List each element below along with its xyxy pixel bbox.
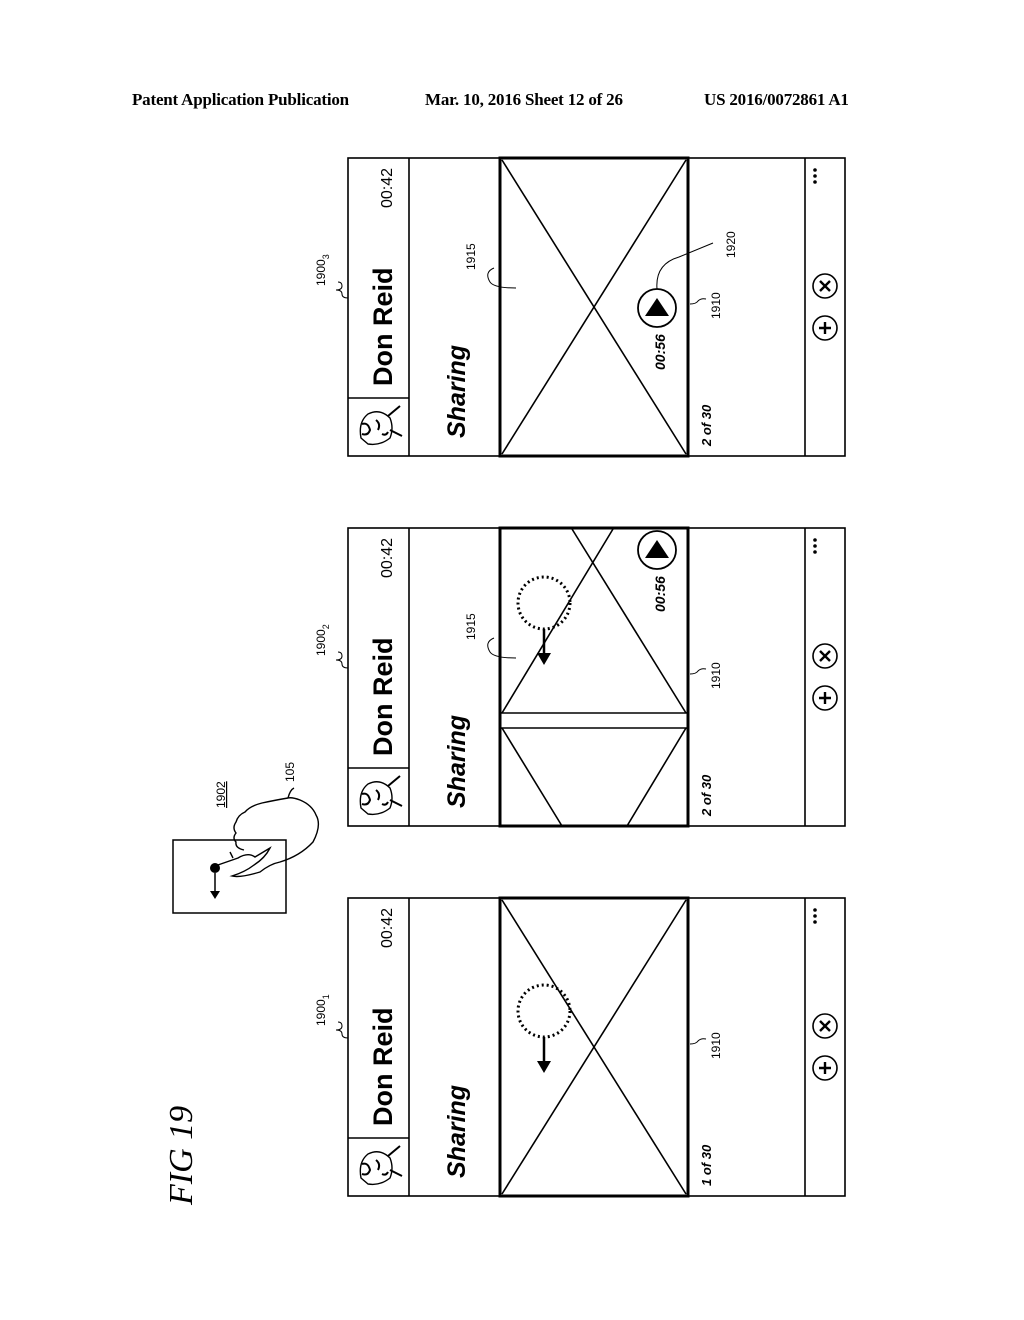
ref-1910: 1910 [709, 662, 723, 689]
close-button[interactable] [812, 643, 838, 669]
ref-1902: 1902 [214, 781, 228, 808]
more-icon [813, 920, 817, 924]
contact-name: Don Reid [368, 638, 398, 757]
more-icon [813, 550, 817, 554]
panel-frame [347, 897, 846, 1197]
ref-leader [335, 651, 349, 669]
phone-panel-3: Don Reid 00:42 Sharing 00:56 2 of 30 19003 191… [314, 156, 846, 458]
close-button[interactable] [812, 273, 838, 299]
screen-title: Sharing [443, 345, 471, 438]
panel-frame [347, 157, 846, 457]
hand-icon [214, 787, 320, 878]
more-icon [813, 908, 817, 912]
more-icon [813, 174, 817, 178]
ref-panel: 19001 [314, 994, 349, 1039]
swipe-arrowhead [537, 653, 551, 665]
media-area[interactable] [498, 896, 690, 1198]
slide-counter: 2 of 30 [699, 774, 714, 817]
ref-1910: 1910 [709, 292, 723, 319]
more-button[interactable] [813, 538, 817, 554]
contact-name: Don Reid [368, 268, 398, 387]
screen-title: Sharing [443, 1085, 471, 1178]
close-button[interactable] [812, 1013, 838, 1039]
ref-panel-label: 19002 [314, 624, 331, 656]
figure-drawing: FIG 19 1902 105 Don Reid 00:42 Sharing 1 of… [163, 156, 846, 1206]
media-duration: 00:56 [652, 334, 668, 370]
media-duration: 00:56 [652, 576, 668, 612]
media-frame [498, 526, 690, 828]
ref-leader [335, 1021, 349, 1039]
ref-leader [689, 1038, 707, 1045]
ref-panel-label: 19001 [314, 994, 331, 1026]
placeholder-line [501, 528, 614, 714]
swipe-arrowhead [537, 1061, 551, 1073]
call-time: 00:42 [379, 538, 396, 578]
touch-indicator [516, 575, 572, 631]
placeholder-line [571, 528, 687, 714]
ref-105: 105 [283, 762, 297, 782]
more-icon [813, 914, 817, 918]
more-icon [813, 180, 817, 184]
avatar-icon[interactable] [359, 775, 403, 816]
avatar-icon[interactable] [359, 405, 403, 446]
phone-panel-1: Don Reid 00:42 Sharing 1 of 30 19001 1910 [314, 896, 846, 1198]
ref-1920: 1920 [724, 231, 738, 258]
more-button[interactable] [813, 908, 817, 924]
slide-counter: 1 of 30 [699, 1144, 714, 1186]
play-button[interactable] [637, 288, 677, 328]
add-button[interactable] [812, 1055, 838, 1081]
add-button[interactable] [812, 685, 838, 711]
ref-leader [487, 637, 517, 659]
ref-leader [335, 281, 349, 299]
media-area[interactable] [498, 526, 690, 828]
add-button[interactable] [812, 315, 838, 341]
more-icon [813, 544, 817, 548]
placeholder-line [626, 727, 687, 827]
ref-leader [689, 298, 707, 305]
phone-panel-2: Don Reid 00:42 Sharing 00:56 2 of 30 19002 191… [314, 526, 846, 828]
touch-indicator [516, 983, 572, 1039]
avatar-icon[interactable] [359, 1145, 403, 1186]
gesture-inset: 1902 105 [172, 762, 320, 914]
figure-label: FIG 19 [163, 1106, 200, 1206]
screen-title: Sharing [443, 715, 471, 808]
play-icon [645, 540, 669, 558]
ref-1915: 1915 [464, 243, 478, 270]
ref-panel: 19003 [314, 254, 349, 299]
play-icon [645, 298, 669, 316]
ref-1910: 1910 [709, 1032, 723, 1059]
ref-leader [656, 242, 714, 290]
more-button[interactable] [813, 168, 817, 184]
call-time: 00:42 [379, 168, 396, 208]
ref-panel: 19002 [314, 624, 349, 669]
ref-leader [689, 668, 707, 675]
play-button[interactable] [637, 530, 677, 570]
ref-1915: 1915 [464, 613, 478, 640]
ref-panel-label: 19003 [314, 254, 331, 286]
contact-name: Don Reid [368, 1008, 398, 1127]
placeholder-line [501, 727, 563, 827]
more-icon [813, 168, 817, 172]
call-time: 00:42 [379, 908, 396, 948]
slide-counter: 2 of 30 [699, 404, 714, 447]
more-icon [813, 538, 817, 542]
panel-frame [347, 527, 846, 827]
ref-leader [487, 267, 517, 289]
touch-point [210, 863, 220, 873]
